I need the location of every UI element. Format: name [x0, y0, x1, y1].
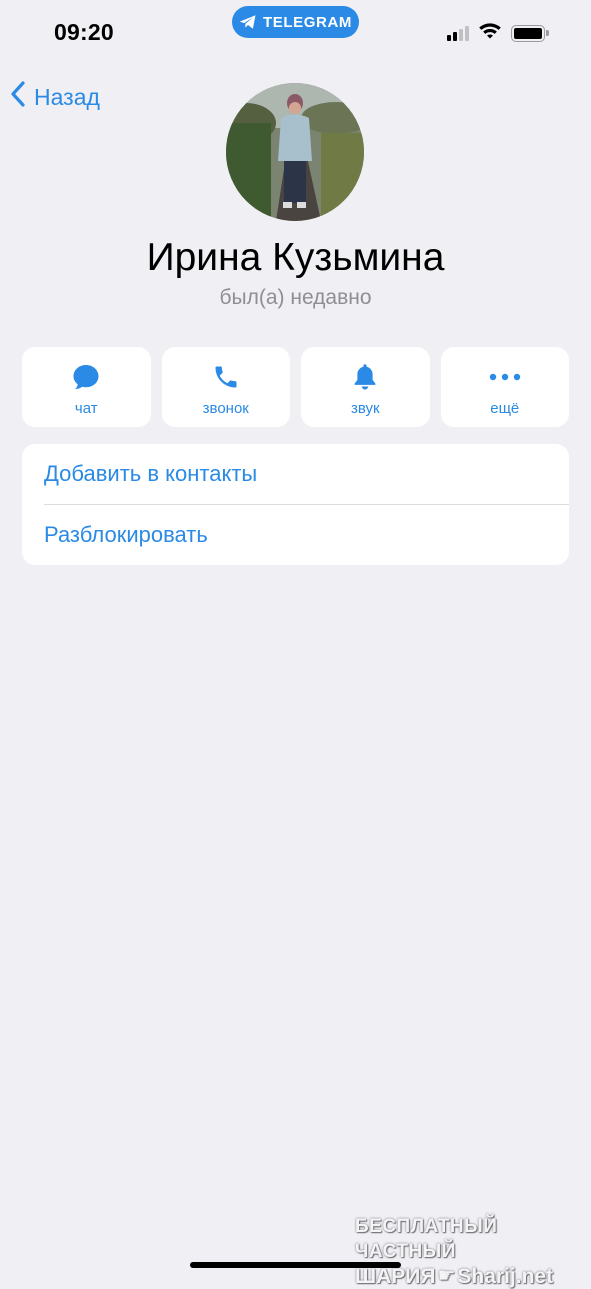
battery-icon [511, 24, 549, 42]
telegram-pill[interactable]: TELEGRAM [232, 6, 359, 38]
avatar[interactable] [226, 83, 364, 221]
chevron-left-icon [10, 80, 26, 114]
watermark-line1: БЕСПЛАТНЫЙ ЧАСТНЫЙ [355, 1216, 498, 1262]
bell-icon [351, 362, 379, 392]
chat-bubble-icon [72, 362, 100, 392]
status-time: 09:20 [54, 19, 114, 45]
chat-button[interactable]: чат [22, 347, 151, 427]
sound-button[interactable]: звук [301, 347, 430, 427]
unblock-button[interactable]: Разблокировать [22, 505, 569, 565]
pointing-hand-icon: ☛ [437, 1265, 456, 1287]
watermark: БЕСПЛАТНЫЙ ЧАСТНЫЙ ШАРИЯ ☛ Sharij.net [355, 1214, 577, 1289]
call-button[interactable]: звонок [161, 347, 290, 427]
more-button-label: ещё [490, 400, 520, 417]
telegram-pill-label: TELEGRAM [263, 13, 352, 31]
wifi-icon [478, 22, 502, 44]
chat-button-label: чат [74, 400, 98, 417]
telegram-paper-plane-icon [239, 14, 257, 30]
call-button-label: звонок [202, 400, 249, 417]
status-indicators [447, 22, 549, 44]
more-button[interactable]: ещё [440, 347, 569, 427]
sound-button-label: звук [350, 400, 380, 417]
add-to-contacts-button[interactable]: Добавить в контакты [22, 444, 569, 504]
phone-icon [212, 362, 240, 392]
contact-options-card: Добавить в контакты Разблокировать [22, 444, 569, 565]
last-seen-status: был(а) недавно [219, 286, 372, 309]
back-label: Назад [34, 83, 100, 110]
action-buttons: чат звонок звук ещё [22, 347, 569, 427]
home-indicator[interactable] [190, 1262, 401, 1268]
watermark-right: Sharij.net [457, 1265, 554, 1288]
cellular-signal-icon [447, 25, 469, 41]
back-button[interactable]: Назад [10, 80, 100, 114]
contact-name: Ирина Кузьмина [146, 236, 445, 279]
more-icon [489, 362, 521, 392]
